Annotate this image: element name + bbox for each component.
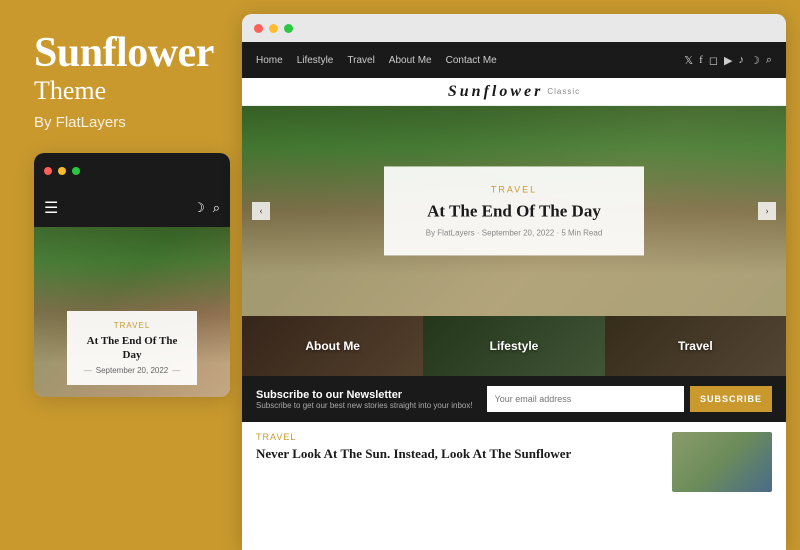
category-travel[interactable]: Travel bbox=[605, 316, 786, 376]
newsletter-subtitle: Subscribe to get our best new stories st… bbox=[256, 401, 473, 410]
category-about[interactable]: About Me bbox=[242, 316, 423, 376]
hero-category: Travel bbox=[414, 184, 614, 194]
title-theme: Theme bbox=[34, 76, 222, 106]
bottom-posts: Travel Never Look At The Sun. Instead, L… bbox=[242, 422, 786, 550]
nav-links: Home Lifestyle Travel About Me Contact M… bbox=[256, 55, 497, 66]
browser-dot-red[interactable] bbox=[254, 24, 263, 33]
browser-dot-green[interactable] bbox=[284, 24, 293, 33]
hero-title: At The End Of The Day bbox=[414, 200, 614, 222]
browser-content: Home Lifestyle Travel About Me Contact M… bbox=[242, 42, 786, 550]
bottom-post-image bbox=[672, 432, 772, 492]
youtube-icon[interactable]: ▶ bbox=[724, 54, 732, 67]
title-sunflower: Sunflower bbox=[34, 30, 222, 76]
newsletter-form: SUBSCRIBE bbox=[487, 386, 772, 412]
mobile-nav-bar: ☰ ☽ ⌕ bbox=[34, 189, 230, 227]
site-nav: Home Lifestyle Travel About Me Contact M… bbox=[242, 42, 786, 78]
mobile-dot-yellow bbox=[58, 167, 66, 175]
nav-travel[interactable]: Travel bbox=[347, 55, 374, 66]
newsletter-title: Subscribe to our Newsletter bbox=[256, 389, 473, 401]
browser-mockup: Home Lifestyle Travel About Me Contact M… bbox=[242, 14, 786, 550]
mobile-dot-green bbox=[72, 167, 80, 175]
newsletter-email-input[interactable] bbox=[487, 386, 684, 412]
category-lifestyle-label: Lifestyle bbox=[490, 339, 539, 353]
search-icon[interactable]: ⌕ bbox=[213, 200, 220, 216]
hero-content-box: Travel At The End Of The Day By FlatLaye… bbox=[384, 166, 644, 255]
mobile-hero-date: September 20, 2022 bbox=[81, 366, 183, 375]
nav-lifestyle[interactable]: Lifestyle bbox=[297, 55, 334, 66]
bottom-post-text: Travel Never Look At The Sun. Instead, L… bbox=[256, 432, 662, 540]
nav-contact[interactable]: Contact Me bbox=[446, 55, 497, 66]
browser-chrome bbox=[242, 14, 786, 42]
moon-icon[interactable]: ☽ bbox=[750, 54, 760, 67]
hamburger-icon[interactable]: ☰ bbox=[44, 198, 58, 218]
theme-title: Sunflower Theme bbox=[34, 30, 222, 114]
bottom-post-title[interactable]: Never Look At The Sun. Instead, Look At … bbox=[256, 446, 662, 463]
nav-about[interactable]: About Me bbox=[389, 55, 432, 66]
site-hero: Travel At The End Of The Day By FlatLaye… bbox=[242, 106, 786, 316]
mobile-hero-title: At The End Of The Day bbox=[81, 334, 183, 363]
hero-meta: By FlatLayers · September 20, 2022 · 5 M… bbox=[414, 229, 614, 238]
search-icon[interactable]: ⌕ bbox=[766, 54, 772, 67]
mobile-hero-overlay: Travel At The End Of The Day September 2… bbox=[67, 311, 197, 386]
mobile-category-tag: Travel bbox=[81, 321, 183, 330]
newsletter-text: Subscribe to our Newsletter Subscribe to… bbox=[256, 389, 473, 410]
site-logo-bar: Sunflower Classic bbox=[242, 78, 786, 106]
newsletter-bar: Subscribe to our Newsletter Subscribe to… bbox=[242, 376, 786, 422]
browser-dot-yellow[interactable] bbox=[269, 24, 278, 33]
hero-prev-arrow[interactable]: ‹ bbox=[252, 202, 270, 220]
mobile-dot-red bbox=[44, 167, 52, 175]
mobile-mockup: ☰ ☽ ⌕ Travel At The End Of The Day Septe… bbox=[34, 153, 230, 397]
moon-icon[interactable]: ☽ bbox=[193, 200, 205, 216]
category-lifestyle[interactable]: Lifestyle bbox=[423, 316, 604, 376]
bottom-post-category: Travel bbox=[256, 432, 662, 442]
mobile-chrome-bar bbox=[34, 153, 230, 189]
instagram-icon[interactable]: ◻ bbox=[709, 54, 718, 67]
facebook-icon[interactable]: f bbox=[699, 54, 703, 66]
category-about-label: About Me bbox=[305, 339, 360, 353]
tiktok-icon[interactable]: ♪ bbox=[738, 54, 744, 66]
mobile-hero-image: Travel At The End Of The Day September 2… bbox=[34, 227, 230, 397]
author-credit: By FlatLayers bbox=[34, 114, 222, 131]
mobile-nav-icons: ☽ ⌕ bbox=[193, 200, 220, 216]
hero-next-arrow[interactable]: › bbox=[758, 202, 776, 220]
nav-icons-right: 𝕏 f ◻ ▶ ♪ ☽ ⌕ bbox=[684, 54, 772, 67]
newsletter-subscribe-button[interactable]: SUBSCRIBE bbox=[690, 386, 772, 412]
category-grid: About Me Lifestyle Travel bbox=[242, 316, 786, 376]
site-logo: Sunflower bbox=[448, 83, 543, 101]
nav-home[interactable]: Home bbox=[256, 55, 283, 66]
site-logo-sub: Classic bbox=[547, 87, 580, 96]
twitter-icon[interactable]: 𝕏 bbox=[684, 54, 693, 67]
left-panel: Sunflower Theme By FlatLayers ☰ ☽ ⌕ Trav… bbox=[0, 0, 242, 550]
category-travel-label: Travel bbox=[678, 339, 713, 353]
